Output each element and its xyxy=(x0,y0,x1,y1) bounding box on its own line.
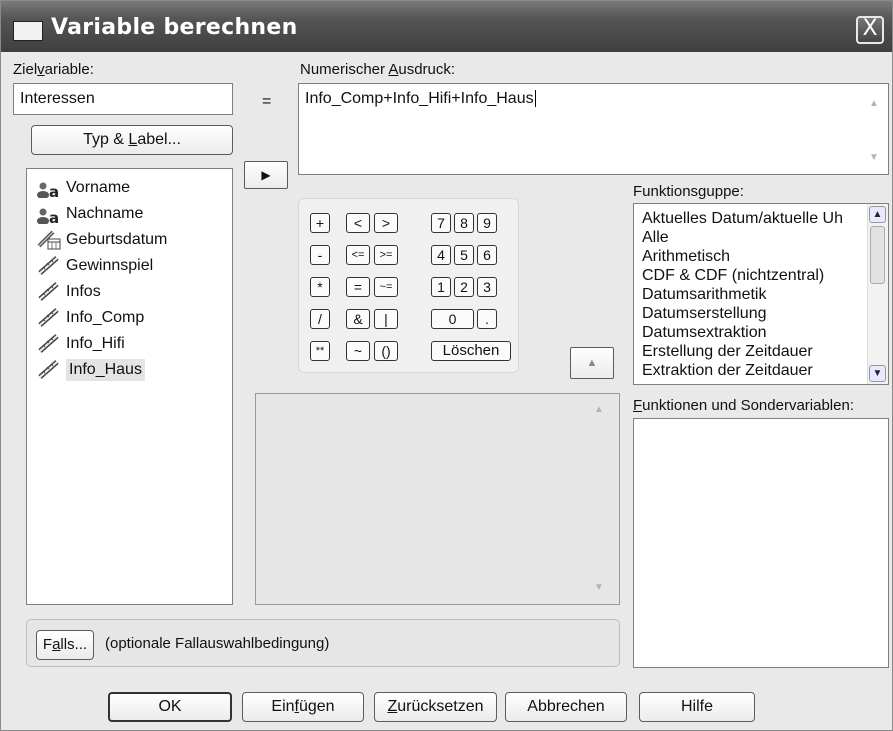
scroll-down-icon[interactable]: ▼ xyxy=(869,365,886,382)
list-item[interactable]: Info_Hifi xyxy=(37,331,125,357)
scroll-down-icon[interactable]: ▼ xyxy=(591,580,607,596)
function-group-list[interactable]: Aktuelles Datum/aktuelle Uh Alle Arithme… xyxy=(633,203,889,385)
multiply-button[interactable]: * xyxy=(310,277,330,297)
divide-button[interactable]: / xyxy=(310,309,330,329)
list-item[interactable]: Extraktion der Zeitdauer xyxy=(642,362,813,380)
string-variable-icon: a xyxy=(37,204,63,227)
type-label-button[interactable]: Typ & Label... xyxy=(31,125,233,155)
date-variable-icon xyxy=(37,230,63,250)
list-item[interactable]: Info_Comp xyxy=(37,305,144,331)
scroll-up-icon[interactable]: ▲ xyxy=(866,96,882,112)
scale-variable-icon xyxy=(37,308,63,328)
list-item[interactable]: Datumsextraktion xyxy=(642,324,767,342)
digit-9-button[interactable]: 9 xyxy=(477,213,497,233)
parentheses-button[interactable]: () xyxy=(374,341,398,361)
digit-2-button[interactable]: 2 xyxy=(454,277,474,297)
variable-list[interactable]: a Vorname a Nachname Geburtsdatum Gewinn… xyxy=(26,168,233,605)
digit-5-button[interactable]: 5 xyxy=(454,245,474,265)
svg-text:a: a xyxy=(49,209,59,224)
or-button[interactable]: | xyxy=(374,309,398,329)
if-button[interactable]: Falls... xyxy=(36,630,94,660)
digit-7-button[interactable]: 7 xyxy=(431,213,451,233)
arrow-up-icon: ▲ xyxy=(586,357,598,369)
list-item[interactable]: Datumserstellung xyxy=(642,305,767,323)
numeric-expression-label: Numerischer Ausdruck: xyxy=(300,61,456,78)
calculator-pad: + < > 7 8 9 - <= >= 4 5 6 * = ~= 1 2 3 /… xyxy=(298,198,519,373)
decimal-point-button[interactable]: . xyxy=(477,309,497,329)
scale-variable-icon xyxy=(37,282,63,302)
not-button[interactable]: ~ xyxy=(346,341,370,361)
scale-variable-icon xyxy=(37,360,63,380)
clear-button[interactable]: Löschen xyxy=(431,341,511,361)
window-icon xyxy=(13,21,43,41)
arrow-right-icon: ▶ xyxy=(261,168,271,182)
less-equal-button[interactable]: <= xyxy=(346,245,370,265)
scroll-up-icon[interactable]: ▲ xyxy=(591,402,607,418)
title-bar[interactable]: Variable berechnen X xyxy=(1,1,892,52)
list-item[interactable]: Aktuelles Datum/aktuelle Uh xyxy=(642,210,843,228)
close-icon: X xyxy=(862,16,878,41)
cancel-button[interactable]: Abbrechen xyxy=(505,692,627,722)
list-item[interactable]: CDF & CDF (nichtzentral) xyxy=(642,267,824,285)
move-function-up-button[interactable]: ▲ xyxy=(570,347,614,379)
list-item[interactable]: Alle xyxy=(642,229,669,247)
move-variable-button[interactable]: ▶ xyxy=(244,161,288,189)
list-item-selected[interactable]: Info_Haus xyxy=(37,357,145,383)
list-item[interactable]: Infos xyxy=(37,279,101,305)
functions-label: Funktionen und Sondervariablen: xyxy=(633,397,854,414)
scroll-up-icon[interactable]: ▲ xyxy=(869,206,886,223)
digit-6-button[interactable]: 6 xyxy=(477,245,497,265)
target-variable-input[interactable]: Interessen xyxy=(13,83,233,115)
numeric-expression-input[interactable]: Info_Comp+Info_Hifi+Info_Haus ▲ ▼ xyxy=(298,83,889,175)
scale-variable-icon xyxy=(37,256,63,276)
scale-variable-icon xyxy=(37,334,63,354)
paste-button[interactable]: Einfügen xyxy=(242,692,364,722)
digit-8-button[interactable]: 8 xyxy=(454,213,474,233)
function-description-area: ▲ ▼ xyxy=(255,393,620,605)
svg-text:a: a xyxy=(49,183,59,198)
close-button[interactable]: X xyxy=(856,16,884,44)
digit-4-button[interactable]: 4 xyxy=(431,245,451,265)
list-item[interactable]: Gewinnspiel xyxy=(37,253,153,279)
scroll-down-icon[interactable]: ▼ xyxy=(866,150,882,166)
scroll-thumb[interactable] xyxy=(870,226,885,284)
not-equal-button[interactable]: ~= xyxy=(374,277,398,297)
list-item[interactable]: a Nachname xyxy=(37,201,143,227)
minus-button[interactable]: - xyxy=(310,245,330,265)
digit-3-button[interactable]: 3 xyxy=(477,277,497,297)
help-button[interactable]: Hilfe xyxy=(639,692,755,722)
greater-equal-button[interactable]: >= xyxy=(374,245,398,265)
compute-variable-dialog: Variable berechnen X Zielvariable: Inter… xyxy=(0,0,893,731)
list-item[interactable]: a Vorname xyxy=(37,175,130,201)
list-item[interactable]: Datumsarithmetik xyxy=(642,286,766,304)
greater-than-button[interactable]: > xyxy=(374,213,398,233)
string-variable-icon: a xyxy=(37,178,63,201)
power-button[interactable]: ** xyxy=(310,341,330,361)
ok-button[interactable]: OK xyxy=(108,692,232,722)
and-button[interactable]: & xyxy=(346,309,370,329)
reset-button[interactable]: Zurücksetzen xyxy=(374,692,497,722)
scrollbar[interactable]: ▲ ▼ xyxy=(867,204,888,384)
case-selection-panel: Falls... (optionale Fallauswahlbedingung… xyxy=(26,619,620,667)
digit-0-button[interactable]: 0 xyxy=(431,309,474,329)
list-item[interactable]: Geburtsdatum xyxy=(37,227,167,253)
less-than-button[interactable]: < xyxy=(346,213,370,233)
equal-button[interactable]: = xyxy=(346,277,370,297)
equals-sign: = xyxy=(262,93,272,110)
if-condition-text: (optionale Fallauswahlbedingung) xyxy=(105,635,330,652)
list-item[interactable]: Erstellung der Zeitdauer xyxy=(642,343,813,361)
window-title: Variable berechnen xyxy=(51,15,298,40)
list-item[interactable]: Arithmetisch xyxy=(642,248,730,266)
plus-button[interactable]: + xyxy=(310,213,330,233)
target-variable-label: Zielvariable: xyxy=(13,61,94,78)
function-group-label: Funktionsguppe: xyxy=(633,183,744,200)
functions-list[interactable] xyxy=(633,418,889,668)
digit-1-button[interactable]: 1 xyxy=(431,277,451,297)
